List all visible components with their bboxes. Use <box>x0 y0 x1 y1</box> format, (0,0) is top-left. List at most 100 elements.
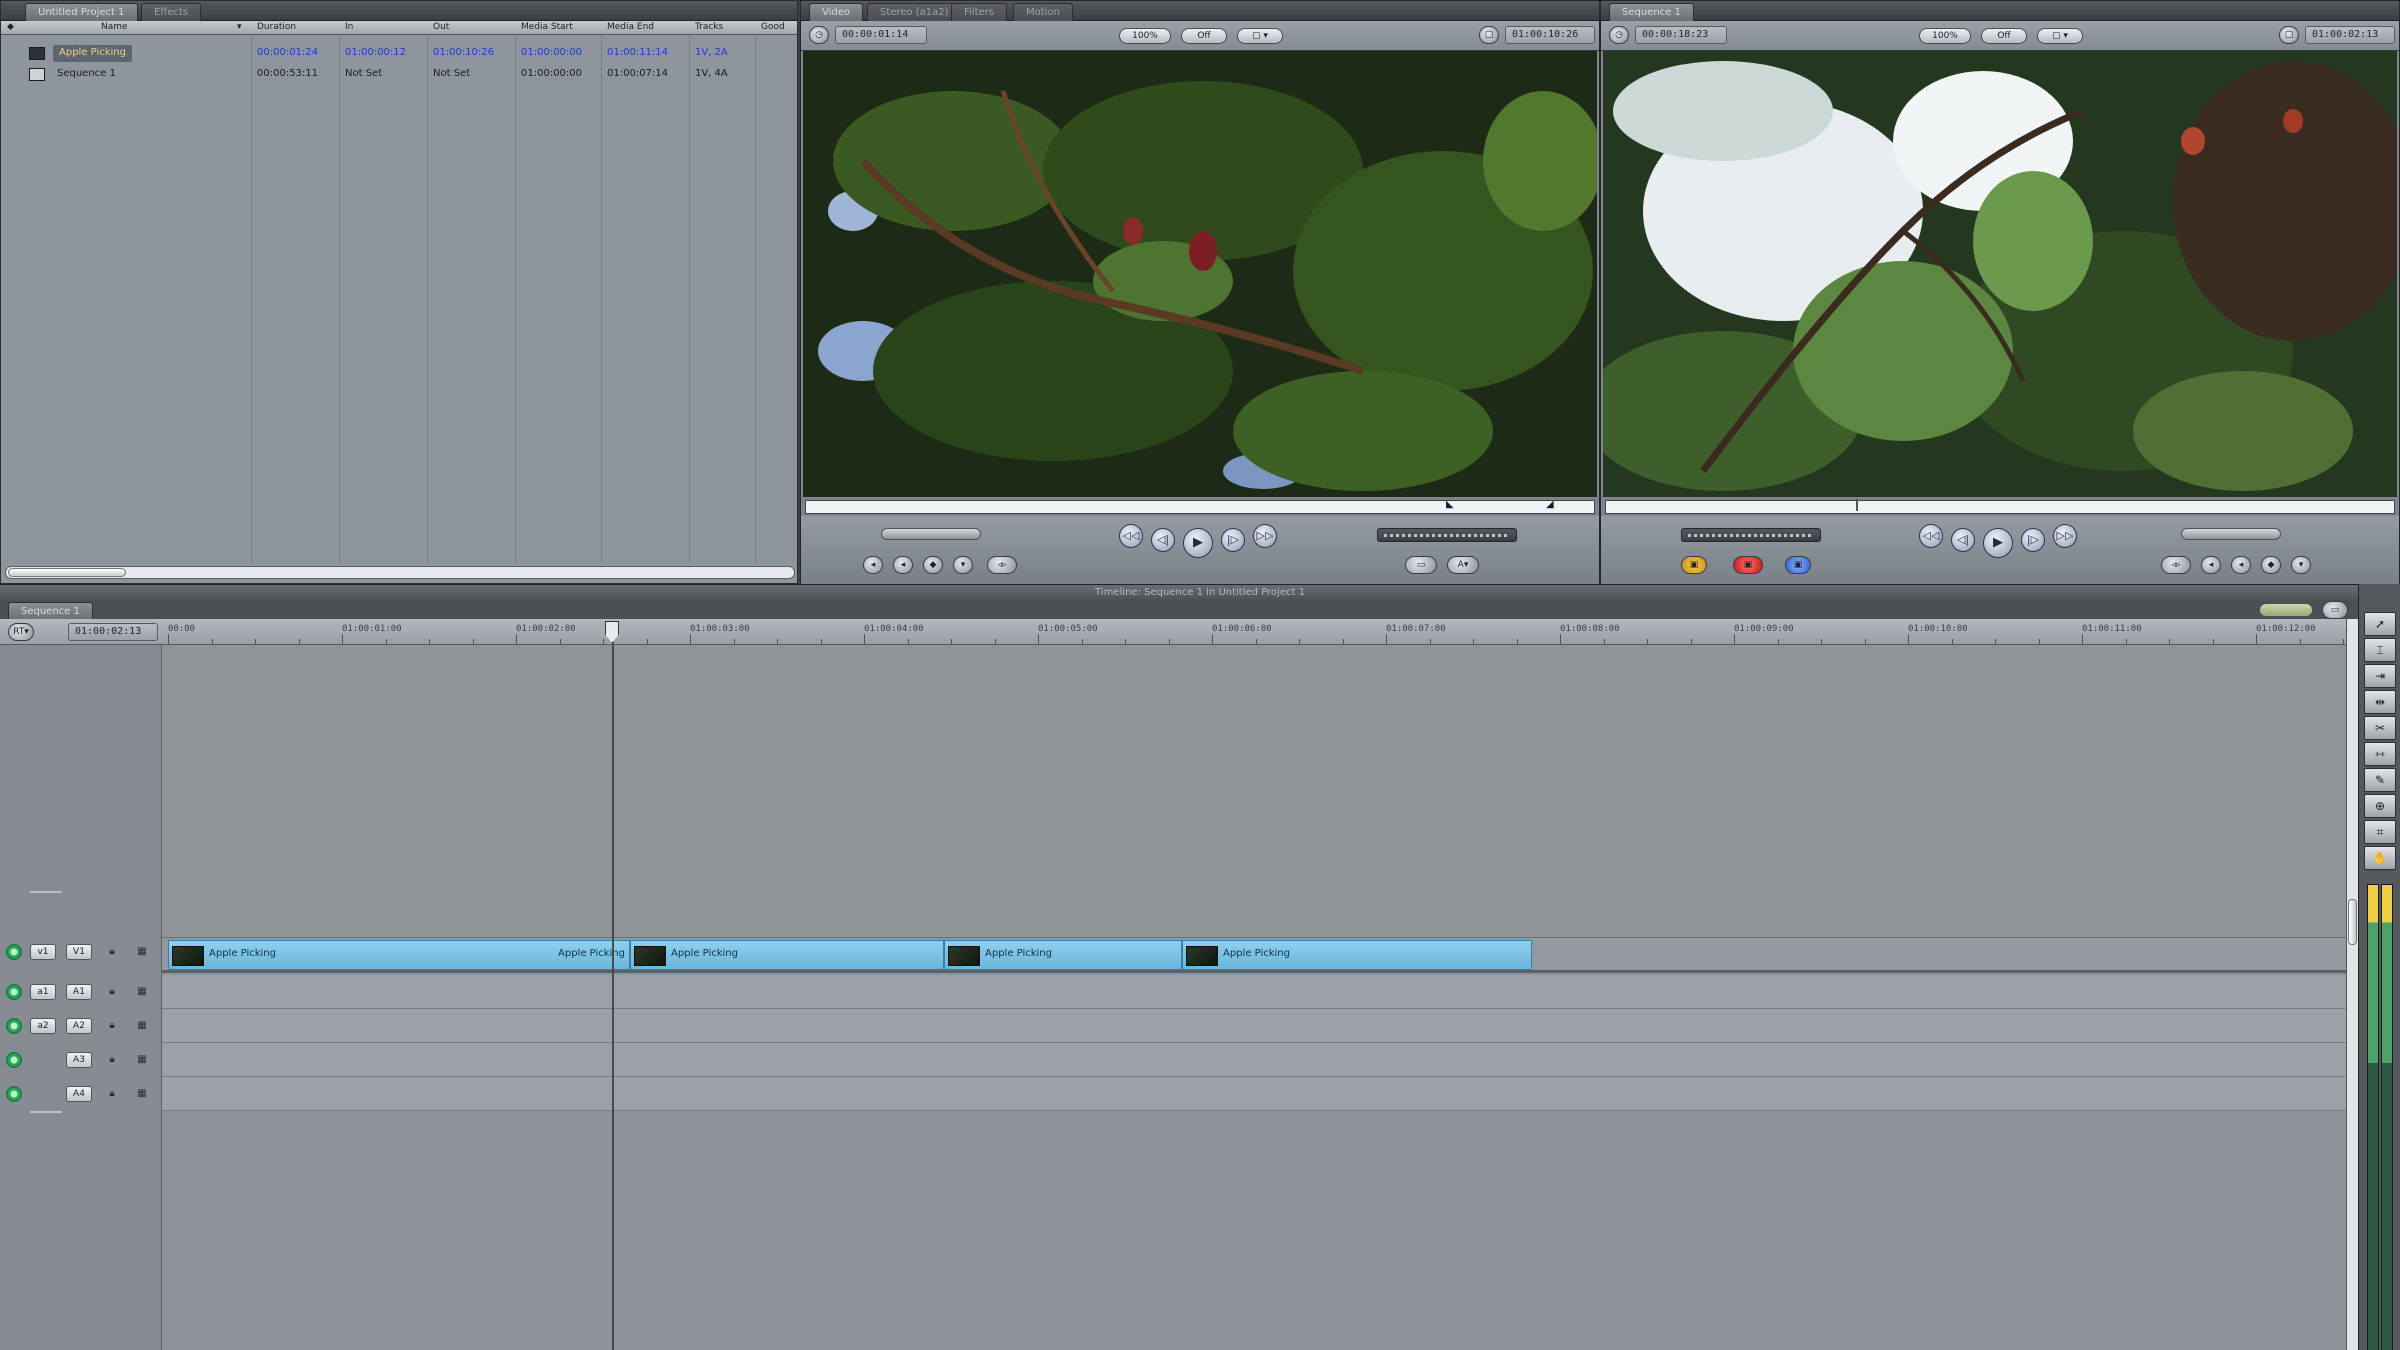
auto-select-icon[interactable]: ▦ <box>136 946 148 958</box>
play-around-button[interactable]: ▷▷ <box>2053 524 2077 548</box>
column-name[interactable]: Name <box>101 22 128 32</box>
column-media-end[interactable]: Media End <box>607 22 654 32</box>
tab-canvas-sequence[interactable]: Sequence 1 <box>1609 3 1694 21</box>
recent-clips-icon[interactable]: ▭ <box>1405 556 1437 574</box>
source-target-v1[interactable]: v1 <box>30 944 56 960</box>
source-target-a1[interactable]: a1 <box>30 984 56 1000</box>
next-edit-button[interactable]: |▷ <box>2021 528 2045 552</box>
audio-track-a4[interactable] <box>162 1077 2346 1111</box>
timeline-vertical-scrollbar[interactable] <box>2346 619 2358 1350</box>
column-good[interactable]: Good <box>761 22 785 32</box>
lock-icon[interactable]: 🔒︎ <box>106 1088 118 1100</box>
viewer-shuttle-control[interactable] <box>1377 528 1517 542</box>
zoom-icon[interactable]: ⊕ <box>2364 794 2396 818</box>
track-audible-icon[interactable] <box>6 1086 22 1102</box>
timeline-current-timecode[interactable]: 01:00:02:13 <box>68 623 158 641</box>
tab-stereo[interactable]: Stereo (a1a2) <box>867 3 962 21</box>
empty-video-region[interactable] <box>162 645 2346 961</box>
canvas-current-timecode[interactable]: 01:00:02:13 <box>2305 26 2395 44</box>
browser-row-clip[interactable]: Apple Picking 00:00:01:24 01:00:00:12 01… <box>1 44 797 64</box>
razor-icon[interactable]: ✂ <box>2364 716 2396 740</box>
canvas-video-frame[interactable] <box>1603 51 2397 497</box>
auto-select-icon[interactable]: ▦ <box>136 986 148 998</box>
auto-select-icon[interactable]: ▦ <box>136 1020 148 1032</box>
timeline-clip[interactable]: Apple Picking Apple Picking <box>168 940 630 970</box>
play-in-to-out-button[interactable]: ◁◁ <box>1119 524 1143 548</box>
play-in-to-out-button[interactable]: ◁◁ <box>1919 524 1943 548</box>
lock-icon[interactable]: 🔒︎ <box>106 1054 118 1066</box>
add-keyframe-icon[interactable]: ◆ <box>923 556 943 574</box>
canvas-duration-timecode[interactable]: 00:00:18:23 <box>1635 26 1727 44</box>
replace-edit-icon[interactable]: ▣ <box>1785 556 1811 574</box>
edit-select-icon[interactable]: ⌶ <box>2364 638 2396 662</box>
add-marker-icon[interactable]: ▾ <box>953 556 973 574</box>
canvas-playhead-marker[interactable] <box>1856 499 1858 511</box>
destination-a4[interactable]: A4 <box>66 1086 92 1102</box>
destination-v1[interactable]: V1 <box>66 944 92 960</box>
tab-timeline-sequence[interactable]: Sequence 1 <box>8 602 93 620</box>
mark-clip-icon[interactable]: ◂ <box>893 556 913 574</box>
previous-edit-button[interactable]: ◁| <box>1151 528 1175 552</box>
viewer-view-popup[interactable]: Off <box>1181 28 1227 44</box>
lock-icon[interactable]: 🔒︎ <box>106 946 118 958</box>
source-target-a2[interactable]: a2 <box>30 1018 56 1034</box>
add-marker-icon[interactable]: ◂ <box>2201 556 2221 574</box>
viewer-overlay-popup[interactable]: ▢ ▾ <box>1237 28 1283 44</box>
add-keyframe-icon[interactable]: ◆ <box>2261 556 2281 574</box>
insert-edit-icon[interactable]: ▣ <box>1681 556 1707 574</box>
mark-in-out-icon[interactable]: ◃▹ <box>2161 556 2191 574</box>
hand-icon[interactable]: ✋ <box>2364 846 2396 870</box>
match-frame-icon[interactable]: ◂ <box>863 556 883 574</box>
browser-row-sequence[interactable]: Sequence 1 00:00:53:11 Not Set Not Set 0… <box>1 65 797 85</box>
play-button[interactable]: ▶ <box>1183 528 1213 558</box>
generator-icon[interactable]: A▾ <box>1447 556 1479 574</box>
track-audible-icon[interactable] <box>6 1052 22 1068</box>
timeline-clip[interactable]: Apple Picking <box>1182 940 1532 970</box>
selection-icon[interactable]: ➚ <box>2364 612 2396 636</box>
canvas-layout-icon[interactable]: ▢ <box>2279 26 2299 44</box>
mark-clip-icon[interactable]: ◂ <box>2231 556 2251 574</box>
tab-project[interactable]: Untitled Project 1 <box>25 3 138 21</box>
tab-filters[interactable]: Filters <box>951 3 1007 21</box>
column-sort-arrow-icon[interactable]: ▾ <box>237 22 242 32</box>
play-around-button[interactable]: ▷▷ <box>1253 524 1277 548</box>
slip-icon[interactable]: ⇿ <box>2364 742 2396 766</box>
timeline-clip[interactable]: Apple Picking <box>630 940 944 970</box>
canvas-zoom-popup[interactable]: 100% <box>1919 28 1971 44</box>
play-button[interactable]: ▶ <box>1983 528 2013 558</box>
mark-in-out-icon[interactable]: ◃▹ <box>987 556 1017 574</box>
track-select-icon[interactable]: ⇥ <box>2364 664 2396 688</box>
next-edit-button[interactable]: |▷ <box>1221 528 1245 552</box>
column-duration[interactable]: Duration <box>257 22 296 32</box>
clip-name[interactable]: Apple Picking <box>53 45 132 62</box>
track-height-handle[interactable] <box>30 1111 62 1113</box>
destination-a3[interactable]: A3 <box>66 1052 92 1068</box>
track-visibility-icon[interactable] <box>6 944 22 960</box>
viewer-duration-timecode[interactable]: 00:00:01:14 <box>835 26 927 44</box>
video-track-v1[interactable]: Apple Picking Apple Picking Apple Pickin… <box>162 937 2346 973</box>
viewer-zoom-popup[interactable]: 100% <box>1119 28 1171 44</box>
sequence-name[interactable]: Sequence 1 <box>57 68 116 79</box>
canvas-overlay-popup[interactable]: ▢ ▾ <box>2037 28 2083 44</box>
timeline-playhead[interactable] <box>612 621 614 1350</box>
lock-icon[interactable]: 🔒︎ <box>106 986 118 998</box>
canvas-scrubber-bar[interactable] <box>1605 499 2395 514</box>
tab-video[interactable]: Video <box>809 3 864 21</box>
out-point-marker[interactable]: ◢ <box>1546 499 1554 510</box>
audio-track-a1[interactable] <box>162 975 2346 1009</box>
pen-icon[interactable]: ✎ <box>2364 768 2396 792</box>
canvas-jog-control[interactable] <box>2181 528 2281 540</box>
viewer-scrubber-bar[interactable]: ◣ ◢ <box>805 499 1595 514</box>
in-point-marker[interactable]: ◣ <box>1446 499 1454 510</box>
scrollbar-thumb[interactable] <box>8 568 126 577</box>
previous-edit-button[interactable]: ◁| <box>1951 528 1975 552</box>
audio-track-a2[interactable] <box>162 1009 2346 1043</box>
rt-menu-icon[interactable]: RT▾ <box>8 623 34 641</box>
overwrite-edit-icon[interactable]: ▣ <box>1733 556 1763 574</box>
shuttle-clock-icon[interactable]: ◷ <box>1609 26 1629 44</box>
timeline-menu-icon[interactable]: ▭ <box>2322 601 2348 619</box>
column-out[interactable]: Out <box>433 22 449 32</box>
track-audible-icon[interactable] <box>6 1018 22 1034</box>
track-audible-icon[interactable] <box>6 984 22 1000</box>
viewer-current-timecode[interactable]: 01:00:10:26 <box>1505 26 1595 44</box>
